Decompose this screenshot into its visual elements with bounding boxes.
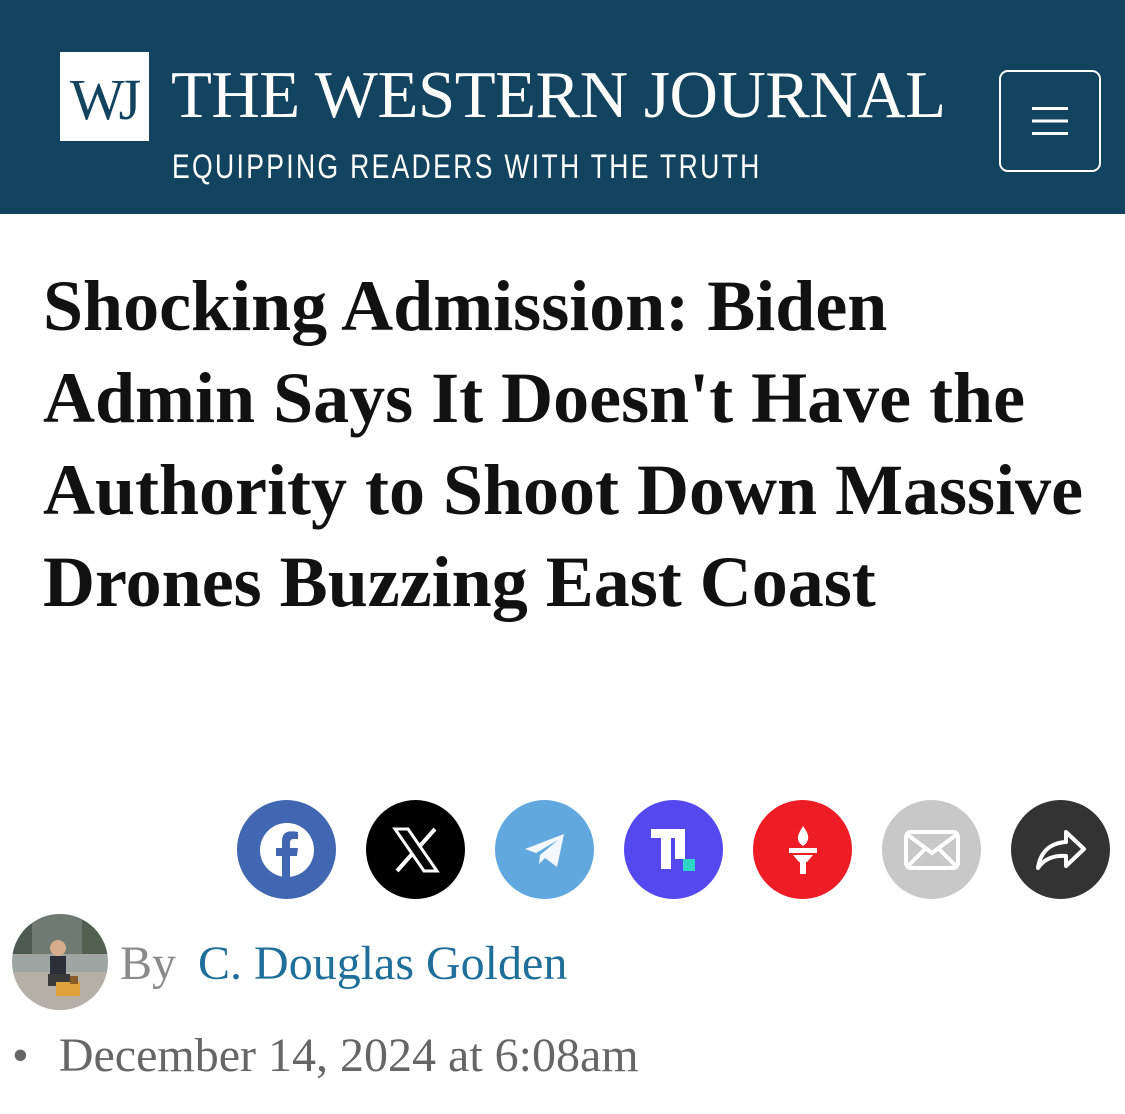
site-logo[interactable]: WJ <box>60 52 149 141</box>
menu-button[interactable] <box>999 70 1101 172</box>
share-arrow-icon <box>1035 829 1086 870</box>
article-headline: Shocking Admission: Biden Admin Says It … <box>43 266 1084 622</box>
more-share-button[interactable] <box>1011 800 1110 899</box>
telegram-share-button[interactable] <box>495 800 594 899</box>
site-tagline: EQUIPPING READERS WITH THE TRUTH <box>172 148 762 186</box>
hamburger-menu-icon <box>1032 107 1068 135</box>
site-title[interactable]: THE WESTERN JOURNAL <box>171 62 946 129</box>
author-photo <box>12 914 108 1010</box>
logo-text: WJ <box>69 66 141 132</box>
truth-social-icon <box>650 828 695 871</box>
x-share-button[interactable] <box>366 800 465 899</box>
facebook-icon <box>259 822 314 877</box>
share-bar <box>0 800 1125 900</box>
byline: By C. Douglas Golden <box>120 938 567 990</box>
truth-social-share-button[interactable] <box>624 800 723 899</box>
facebook-share-button[interactable] <box>237 800 336 899</box>
email-share-button[interactable] <box>882 800 981 899</box>
author-avatar[interactable] <box>12 914 108 1010</box>
site-header: WJ THE WESTERN JOURNAL EQUIPPING READERS… <box>0 0 1125 214</box>
gettr-torch-icon <box>788 825 817 874</box>
author-link[interactable]: C. Douglas Golden <box>198 937 567 990</box>
by-label: By <box>120 937 177 990</box>
telegram-icon <box>524 833 564 867</box>
x-icon <box>391 827 440 872</box>
date-text: December 14, 2024 at 6:08am <box>58 1029 639 1082</box>
gettr-share-button[interactable] <box>753 800 852 899</box>
bullet: • <box>12 1029 29 1082</box>
publish-date: • December 14, 2024 at 6:08am <box>12 1030 639 1082</box>
envelope-icon <box>903 829 960 870</box>
